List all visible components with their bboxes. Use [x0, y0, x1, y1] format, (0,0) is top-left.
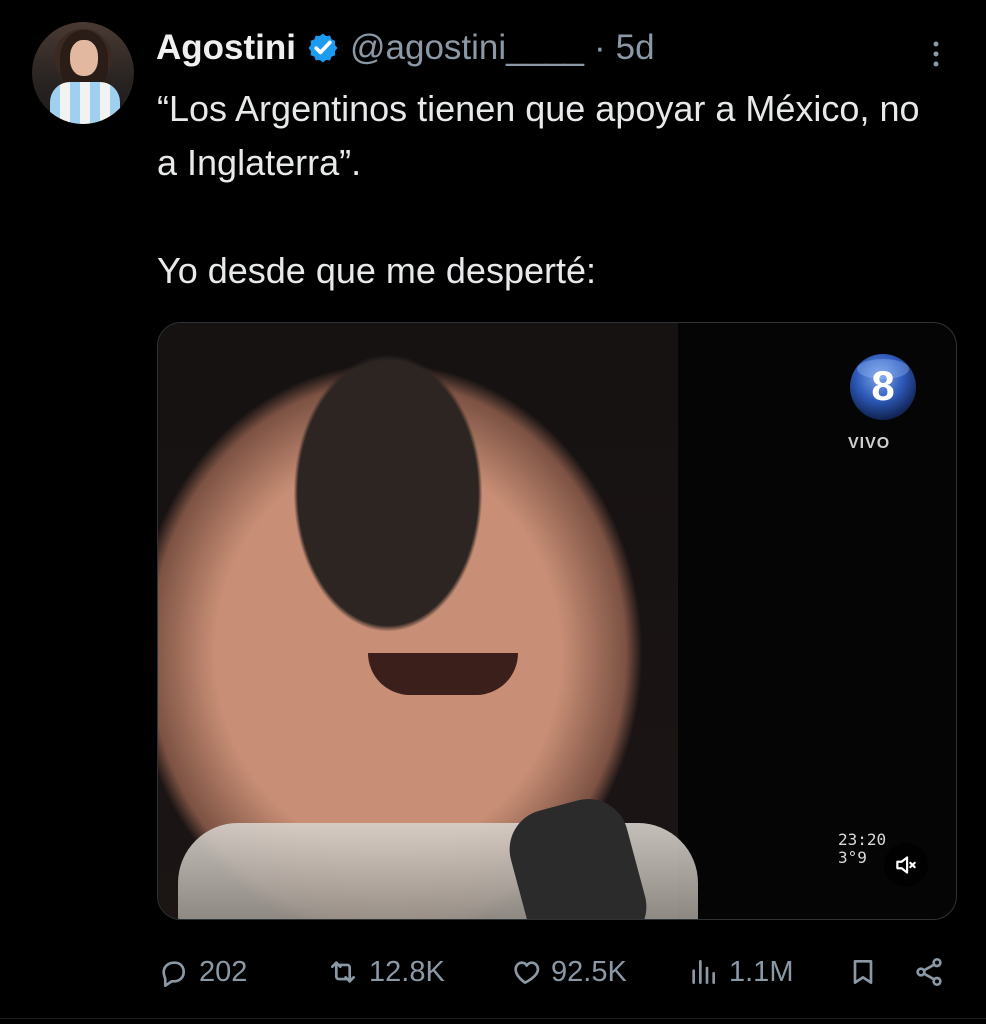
- repost-icon: [331, 961, 355, 983]
- reply-count: 202: [199, 955, 248, 988]
- like-button[interactable]: 92.5K: [509, 950, 627, 994]
- video-timestamp-line-1: 23:20: [838, 830, 887, 849]
- like-icon: [514, 961, 540, 984]
- tweet-actions: 202 12.8K 92.5K 1.1M: [157, 950, 957, 994]
- share-button[interactable]: [913, 950, 945, 994]
- views-icon: [692, 960, 715, 984]
- bookmark-icon: [853, 960, 873, 984]
- avatar-shirt: [50, 82, 120, 124]
- reply-button[interactable]: 202: [157, 950, 247, 994]
- post-time[interactable]: 5d: [616, 28, 655, 68]
- mute-button[interactable]: [884, 843, 928, 887]
- tweet-header: Agostini @agostini____ · 5d: [156, 28, 655, 68]
- post-text: “Los Argentinos tienen que apoyar a Méxi…: [157, 88, 920, 291]
- avatar-face: [70, 40, 98, 76]
- muted-volume-icon: [896, 856, 916, 874]
- video-timestamp-line-2: 3°9: [838, 848, 867, 867]
- reply-icon: [162, 961, 185, 987]
- video-mouth: [368, 653, 518, 695]
- video-media[interactable]: 8 VIVO 23:20 3°9: [157, 322, 957, 920]
- channel-logo-icon: 8: [850, 354, 916, 420]
- like-count: 92.5K: [551, 955, 627, 988]
- views-count: 1.1M: [729, 955, 794, 988]
- tweet-card: Agostini @agostini____ · 5d “Los Argenti…: [0, 0, 986, 1024]
- channel-number: 8: [871, 362, 894, 409]
- repost-button[interactable]: 12.8K: [327, 950, 445, 994]
- author-handle[interactable]: @agostini____: [350, 28, 584, 68]
- views-button[interactable]: 1.1M: [687, 950, 793, 994]
- repost-count: 12.8K: [369, 955, 445, 988]
- bottom-divider: [0, 1018, 986, 1019]
- more-icon[interactable]: [921, 34, 951, 74]
- author-avatar[interactable]: [32, 22, 134, 124]
- verified-badge-icon: [306, 31, 340, 65]
- meta-separator: ·: [594, 28, 606, 67]
- share-icon: [916, 958, 942, 986]
- author-name[interactable]: Agostini: [156, 28, 296, 68]
- bookmark-button[interactable]: [847, 950, 879, 994]
- channel-live-label: VIVO: [848, 435, 891, 452]
- video-timestamp: 23:20 3°9: [838, 831, 886, 867]
